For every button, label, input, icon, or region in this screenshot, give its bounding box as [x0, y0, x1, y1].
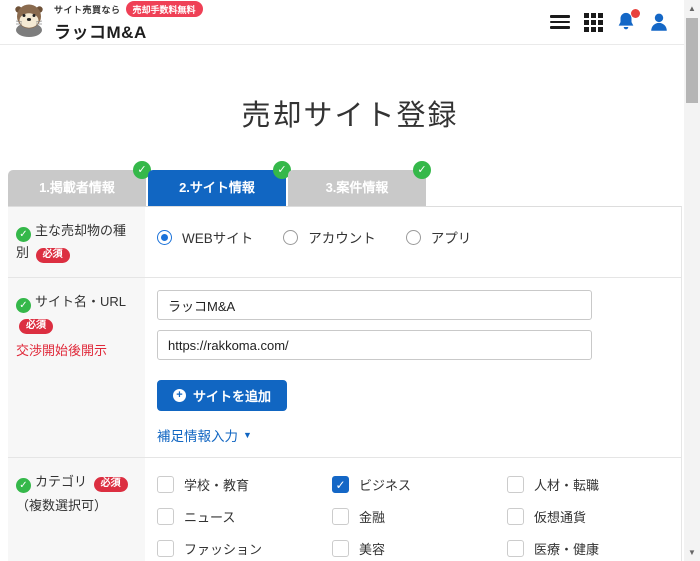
checkbox-icon — [332, 476, 349, 493]
scroll-up-arrow-icon[interactable]: ▲ — [684, 4, 700, 13]
check-badge-icon — [413, 161, 431, 179]
required-badge: 必須 — [94, 477, 128, 492]
category-checkbox-item[interactable]: ニュース — [157, 507, 332, 526]
site-url-input[interactable] — [157, 330, 592, 360]
category-checkbox-item[interactable]: 人材・転職 — [507, 475, 681, 494]
scroll-down-arrow-icon[interactable]: ▼ — [684, 548, 700, 557]
step-tabs: 1.掲載者情報 2.サイト情報 3.案件情報 — [8, 170, 700, 206]
category-checkbox-item[interactable]: ビジネス — [332, 475, 507, 494]
page-title: 売却サイト登録 — [0, 45, 700, 134]
category-checkbox-item[interactable]: 美容 — [332, 539, 507, 558]
radio-icon — [157, 230, 172, 245]
category-checkbox-grid: 学校・教育 ビジネス 人材・転職 ニュース 金融 — [157, 475, 681, 561]
site-info-form: 主な売却物の種別 必須 WEBサイト アカウント アプリ — [8, 206, 682, 561]
sale-type-radio-group: WEBサイト アカウント アプリ — [157, 227, 681, 247]
site-name-input[interactable] — [157, 290, 592, 320]
category-sublabel: （複数選択可） — [16, 495, 137, 517]
supplement-info-link[interactable]: 補足情報入力 — [157, 425, 252, 445]
checkbox-icon — [507, 540, 524, 557]
checkbox-icon — [507, 508, 524, 525]
notification-bell-icon[interactable] — [615, 11, 637, 33]
check-icon — [16, 478, 31, 493]
logo-tagline: サイト売買なら — [54, 3, 121, 16]
disclosure-note: 交渉開始後開示 — [16, 340, 137, 362]
tab-publisher-info[interactable]: 1.掲載者情報 — [8, 170, 146, 206]
checkbox-icon — [157, 476, 174, 493]
menu-icon[interactable] — [549, 11, 571, 33]
checkbox-icon — [332, 540, 349, 557]
app-header: サイト売買なら 売却手数料無料 ラッコM&A — [0, 0, 700, 45]
form-row-sale-type: 主な売却物の種別 必須 WEBサイト アカウント アプリ — [8, 207, 681, 278]
category-checkbox-item[interactable]: 学校・教育 — [157, 475, 332, 494]
site-name-url-label: サイト名・URL 必須 交渉開始後開示 — [8, 278, 145, 457]
apps-grid-icon[interactable] — [582, 11, 604, 33]
chevron-down-icon — [243, 430, 252, 440]
checkbox-icon — [157, 508, 174, 525]
brand-logo[interactable]: サイト売買なら 売却手数料無料 ラッコM&A — [10, 1, 203, 43]
fee-free-badge: 売却手数料無料 — [126, 1, 203, 17]
scrollbar-thumb[interactable] — [686, 18, 698, 103]
header-icons — [549, 11, 670, 33]
user-account-icon[interactable] — [648, 11, 670, 33]
vertical-scrollbar[interactable]: ▲ ▼ — [684, 0, 700, 561]
required-badge: 必須 — [19, 319, 53, 334]
category-checkbox-item[interactable]: 仮想通貨 — [507, 507, 681, 526]
category-checkbox-item[interactable]: ファッション — [157, 539, 332, 558]
plus-circle-icon — [173, 389, 186, 402]
form-row-category: カテゴリ 必須 （複数選択可） 学校・教育 ビジネス 人材・転職 — [8, 458, 681, 561]
checkbox-icon — [157, 540, 174, 557]
tab-site-info[interactable]: 2.サイト情報 — [148, 170, 286, 206]
radio-icon — [406, 230, 421, 245]
radio-option-website[interactable]: WEBサイト — [157, 227, 253, 247]
add-site-button[interactable]: サイトを追加 — [157, 380, 287, 411]
notification-dot — [631, 9, 640, 18]
required-badge: 必須 — [36, 248, 70, 263]
radio-icon — [283, 230, 298, 245]
category-checkbox-item[interactable]: 医療・健康 — [507, 539, 681, 558]
radio-option-account[interactable]: アカウント — [283, 227, 376, 247]
radio-option-app[interactable]: アプリ — [406, 227, 472, 247]
tab-deal-info[interactable]: 3.案件情報 — [288, 170, 426, 206]
checkbox-icon — [332, 508, 349, 525]
category-label: カテゴリ 必須 （複数選択可） — [8, 458, 145, 561]
otter-mascot-icon — [10, 3, 48, 42]
check-icon — [16, 298, 31, 313]
sale-type-label: 主な売却物の種別 必須 — [8, 207, 145, 277]
category-checkbox-item[interactable]: 金融 — [332, 507, 507, 526]
form-row-site-name-url: サイト名・URL 必須 交渉開始後開示 サイトを追加 補足情報入力 — [8, 278, 681, 458]
checkbox-icon — [507, 476, 524, 493]
check-icon — [16, 227, 31, 242]
brand-name: ラッコM&A — [54, 18, 203, 43]
